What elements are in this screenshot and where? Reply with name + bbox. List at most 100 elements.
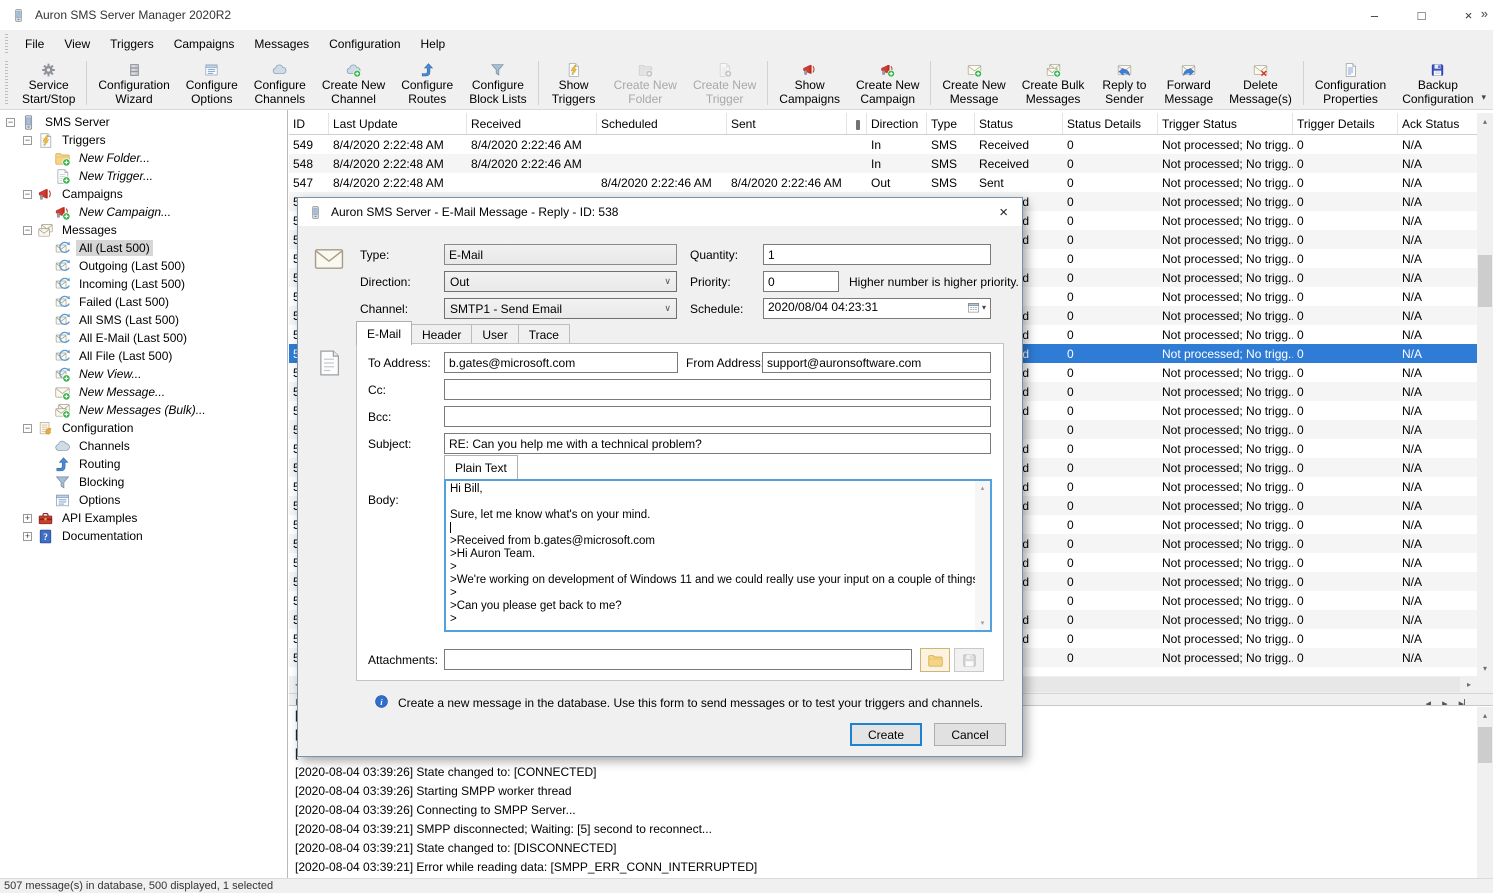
quantity-field[interactable]: 1 bbox=[763, 244, 991, 265]
tree-item-all-e-mail-last-500[interactable]: All E-Mail (Last 500) bbox=[0, 329, 287, 347]
tree-item-routing[interactable]: Routing bbox=[0, 455, 287, 473]
tree-expander[interactable]: + bbox=[23, 532, 32, 541]
toolbar-configure-block-lists[interactable]: ConfigureBlock Lists bbox=[461, 59, 534, 107]
menu-configuration[interactable]: Configuration bbox=[319, 32, 410, 56]
tab-trace[interactable]: Trace bbox=[518, 324, 570, 345]
column-header-status[interactable]: Status bbox=[975, 113, 1063, 134]
toolbar-service-start-stop[interactable]: ServiceStart/Stop bbox=[14, 59, 83, 107]
table-row[interactable]: 5478/4/2020 2:22:48 AM8/4/2020 2:22:46 A… bbox=[289, 173, 1477, 192]
column-header-last-update[interactable]: Last Update bbox=[329, 113, 467, 134]
tree-expander[interactable]: − bbox=[23, 424, 32, 433]
toolbar-create-new-message[interactable]: Create NewMessage bbox=[934, 59, 1013, 107]
subject-field[interactable]: RE: Can you help me with a technical pro… bbox=[444, 433, 991, 454]
body-scroll-down-icon[interactable]: ▾ bbox=[975, 616, 990, 630]
tree-item-all-last-500[interactable]: All (Last 500) bbox=[0, 239, 287, 257]
table-row[interactable]: 5488/4/2020 2:22:48 AM8/4/2020 2:22:46 A… bbox=[289, 154, 1477, 173]
tab-header[interactable]: Header bbox=[411, 324, 472, 345]
log-scroll-thumb[interactable] bbox=[1478, 727, 1492, 763]
from-address-field[interactable]: support@auronsoftware.com bbox=[762, 352, 991, 373]
dialog-title-bar[interactable]: Auron SMS Server - E-Mail Message - Repl… bbox=[298, 198, 1022, 226]
priority-field[interactable]: 0 bbox=[763, 271, 839, 292]
scroll-right-icon[interactable]: ▸ bbox=[1461, 676, 1477, 693]
column-header-trigger-status[interactable]: Trigger Status bbox=[1158, 113, 1293, 134]
to-address-field[interactable]: b.gates@microsoft.com bbox=[444, 352, 678, 373]
column-header-type[interactable]: Type bbox=[927, 113, 975, 134]
tree-item-blocking[interactable]: Blocking bbox=[0, 473, 287, 491]
toolbar-show-triggers[interactable]: ShowTriggers bbox=[542, 59, 606, 107]
tree-expander[interactable]: − bbox=[23, 226, 32, 235]
tab-e-mail[interactable]: E-Mail bbox=[356, 321, 412, 345]
tree-item-configuration[interactable]: −Configuration bbox=[0, 419, 287, 437]
body-scroll-up-icon[interactable]: ▴ bbox=[975, 481, 990, 495]
attachments-browse-button[interactable] bbox=[920, 648, 950, 672]
toolbar-backup-configuration[interactable]: BackupConfiguration bbox=[1394, 59, 1481, 107]
tree-item-failed-last-500[interactable]: Failed (Last 500) bbox=[0, 293, 287, 311]
calendar-icon[interactable] bbox=[967, 301, 980, 314]
toolbar-configuration-properties[interactable]: ConfigurationProperties bbox=[1307, 59, 1394, 107]
maximize-button[interactable]: □ bbox=[1398, 1, 1445, 30]
toolbar-configure-options[interactable]: ConfigureOptions bbox=[178, 59, 246, 107]
column-header-id[interactable]: ID bbox=[289, 113, 329, 134]
tree-item-outgoing-last-500[interactable]: Outgoing (Last 500) bbox=[0, 257, 287, 275]
column-header-status-details[interactable]: Status Details bbox=[1063, 113, 1158, 134]
scroll-down-icon[interactable]: ▾ bbox=[1477, 660, 1493, 676]
tab-user[interactable]: User bbox=[471, 324, 518, 345]
tree-expander[interactable]: − bbox=[23, 190, 32, 199]
tree-expander[interactable]: + bbox=[23, 514, 32, 523]
tree-expander[interactable]: − bbox=[23, 136, 32, 145]
tree-item-api-examples[interactable]: +API Examples bbox=[0, 509, 287, 527]
menu-help[interactable]: Help bbox=[411, 32, 456, 56]
toolbar-create-new-channel[interactable]: Create NewChannel bbox=[314, 59, 393, 107]
toolbar-configure-routes[interactable]: ConfigureRoutes bbox=[393, 59, 461, 107]
column-header-sent[interactable]: Sent bbox=[727, 113, 847, 134]
body-scrollbar[interactable]: ▴ ▾ bbox=[975, 481, 990, 630]
toolbar-configuration-wizard[interactable]: ConfigurationWizard bbox=[90, 59, 177, 107]
toolbar-configure-channels[interactable]: ConfigureChannels bbox=[246, 59, 314, 107]
direction-select[interactable]: Out ∨ bbox=[444, 271, 677, 292]
cc-field[interactable] bbox=[444, 379, 991, 400]
tree-item-new-messages-bulk[interactable]: New Messages (Bulk)... bbox=[0, 401, 287, 419]
toolbar-reply-to-sender[interactable]: Reply toSender bbox=[1092, 59, 1156, 107]
column-header-ack-status[interactable]: Ack Status bbox=[1398, 113, 1478, 134]
tree-expander[interactable]: − bbox=[6, 118, 15, 127]
channel-select[interactable]: SMTP1 - Send Email ∨ bbox=[444, 298, 677, 319]
tree-item-options[interactable]: Options bbox=[0, 491, 287, 509]
tree-item-new-message[interactable]: New Message... bbox=[0, 383, 287, 401]
menu-view[interactable]: View bbox=[54, 32, 100, 56]
tree-item-campaigns[interactable]: −Campaigns bbox=[0, 185, 287, 203]
toolbar-more-icon[interactable]: ▾ bbox=[1481, 92, 1486, 103]
attachments-field[interactable] bbox=[444, 649, 912, 670]
tree-item-all-sms-last-500[interactable]: All SMS (Last 500) bbox=[0, 311, 287, 329]
grid-vertical-scrollbar[interactable]: ▴ ▾ bbox=[1477, 113, 1493, 676]
dialog-close-icon[interactable]: × bbox=[995, 204, 1012, 221]
create-button[interactable]: Create bbox=[850, 723, 922, 746]
tree-item-channels[interactable]: Channels bbox=[0, 437, 287, 455]
column-header-scheduled[interactable]: Scheduled bbox=[597, 113, 727, 134]
column-header-trigger-details[interactable]: Trigger Details bbox=[1293, 113, 1398, 134]
tree-item-new-campaign[interactable]: New Campaign... bbox=[0, 203, 287, 221]
toolbar-overflow-icon[interactable]: » bbox=[1481, 6, 1488, 21]
menubar-grip[interactable] bbox=[5, 34, 8, 53]
toolbar-show-campaigns[interactable]: ShowCampaigns bbox=[771, 59, 848, 107]
tree-item-all-file-last-500[interactable]: All File (Last 500) bbox=[0, 347, 287, 365]
cancel-button[interactable]: Cancel bbox=[934, 723, 1006, 746]
tree-item-new-trigger[interactable]: New Trigger... bbox=[0, 167, 287, 185]
menu-messages[interactable]: Messages bbox=[244, 32, 319, 56]
column-header-flag[interactable] bbox=[847, 113, 867, 134]
tree-item-messages[interactable]: −Messages bbox=[0, 221, 287, 239]
body-tab-plain-text[interactable]: Plain Text bbox=[444, 455, 518, 479]
toolbar-forward-message[interactable]: ForwardMessage bbox=[1156, 59, 1221, 107]
column-header-direction[interactable]: Direction bbox=[867, 113, 927, 134]
tree-item-sms-server[interactable]: −SMS Server bbox=[0, 113, 287, 131]
scroll-up-icon[interactable]: ▴ bbox=[1477, 113, 1493, 129]
tree-item-documentation[interactable]: +Documentation bbox=[0, 527, 287, 545]
log-scroll-up-icon[interactable]: ▴ bbox=[1477, 707, 1493, 723]
tree-item-triggers[interactable]: −Triggers bbox=[0, 131, 287, 149]
toolbar-create-bulk-messages[interactable]: Create BulkMessages bbox=[1014, 59, 1093, 107]
toolbar-delete-message-s[interactable]: DeleteMessage(s) bbox=[1221, 59, 1300, 107]
menu-campaigns[interactable]: Campaigns bbox=[164, 32, 245, 56]
tree-item-incoming-last-500[interactable]: Incoming (Last 500) bbox=[0, 275, 287, 293]
log-scrollbar[interactable]: ▴ bbox=[1477, 707, 1493, 878]
chevron-down-icon[interactable]: ▾ bbox=[982, 303, 986, 312]
toolbar-create-new-campaign[interactable]: Create NewCampaign bbox=[848, 59, 927, 107]
